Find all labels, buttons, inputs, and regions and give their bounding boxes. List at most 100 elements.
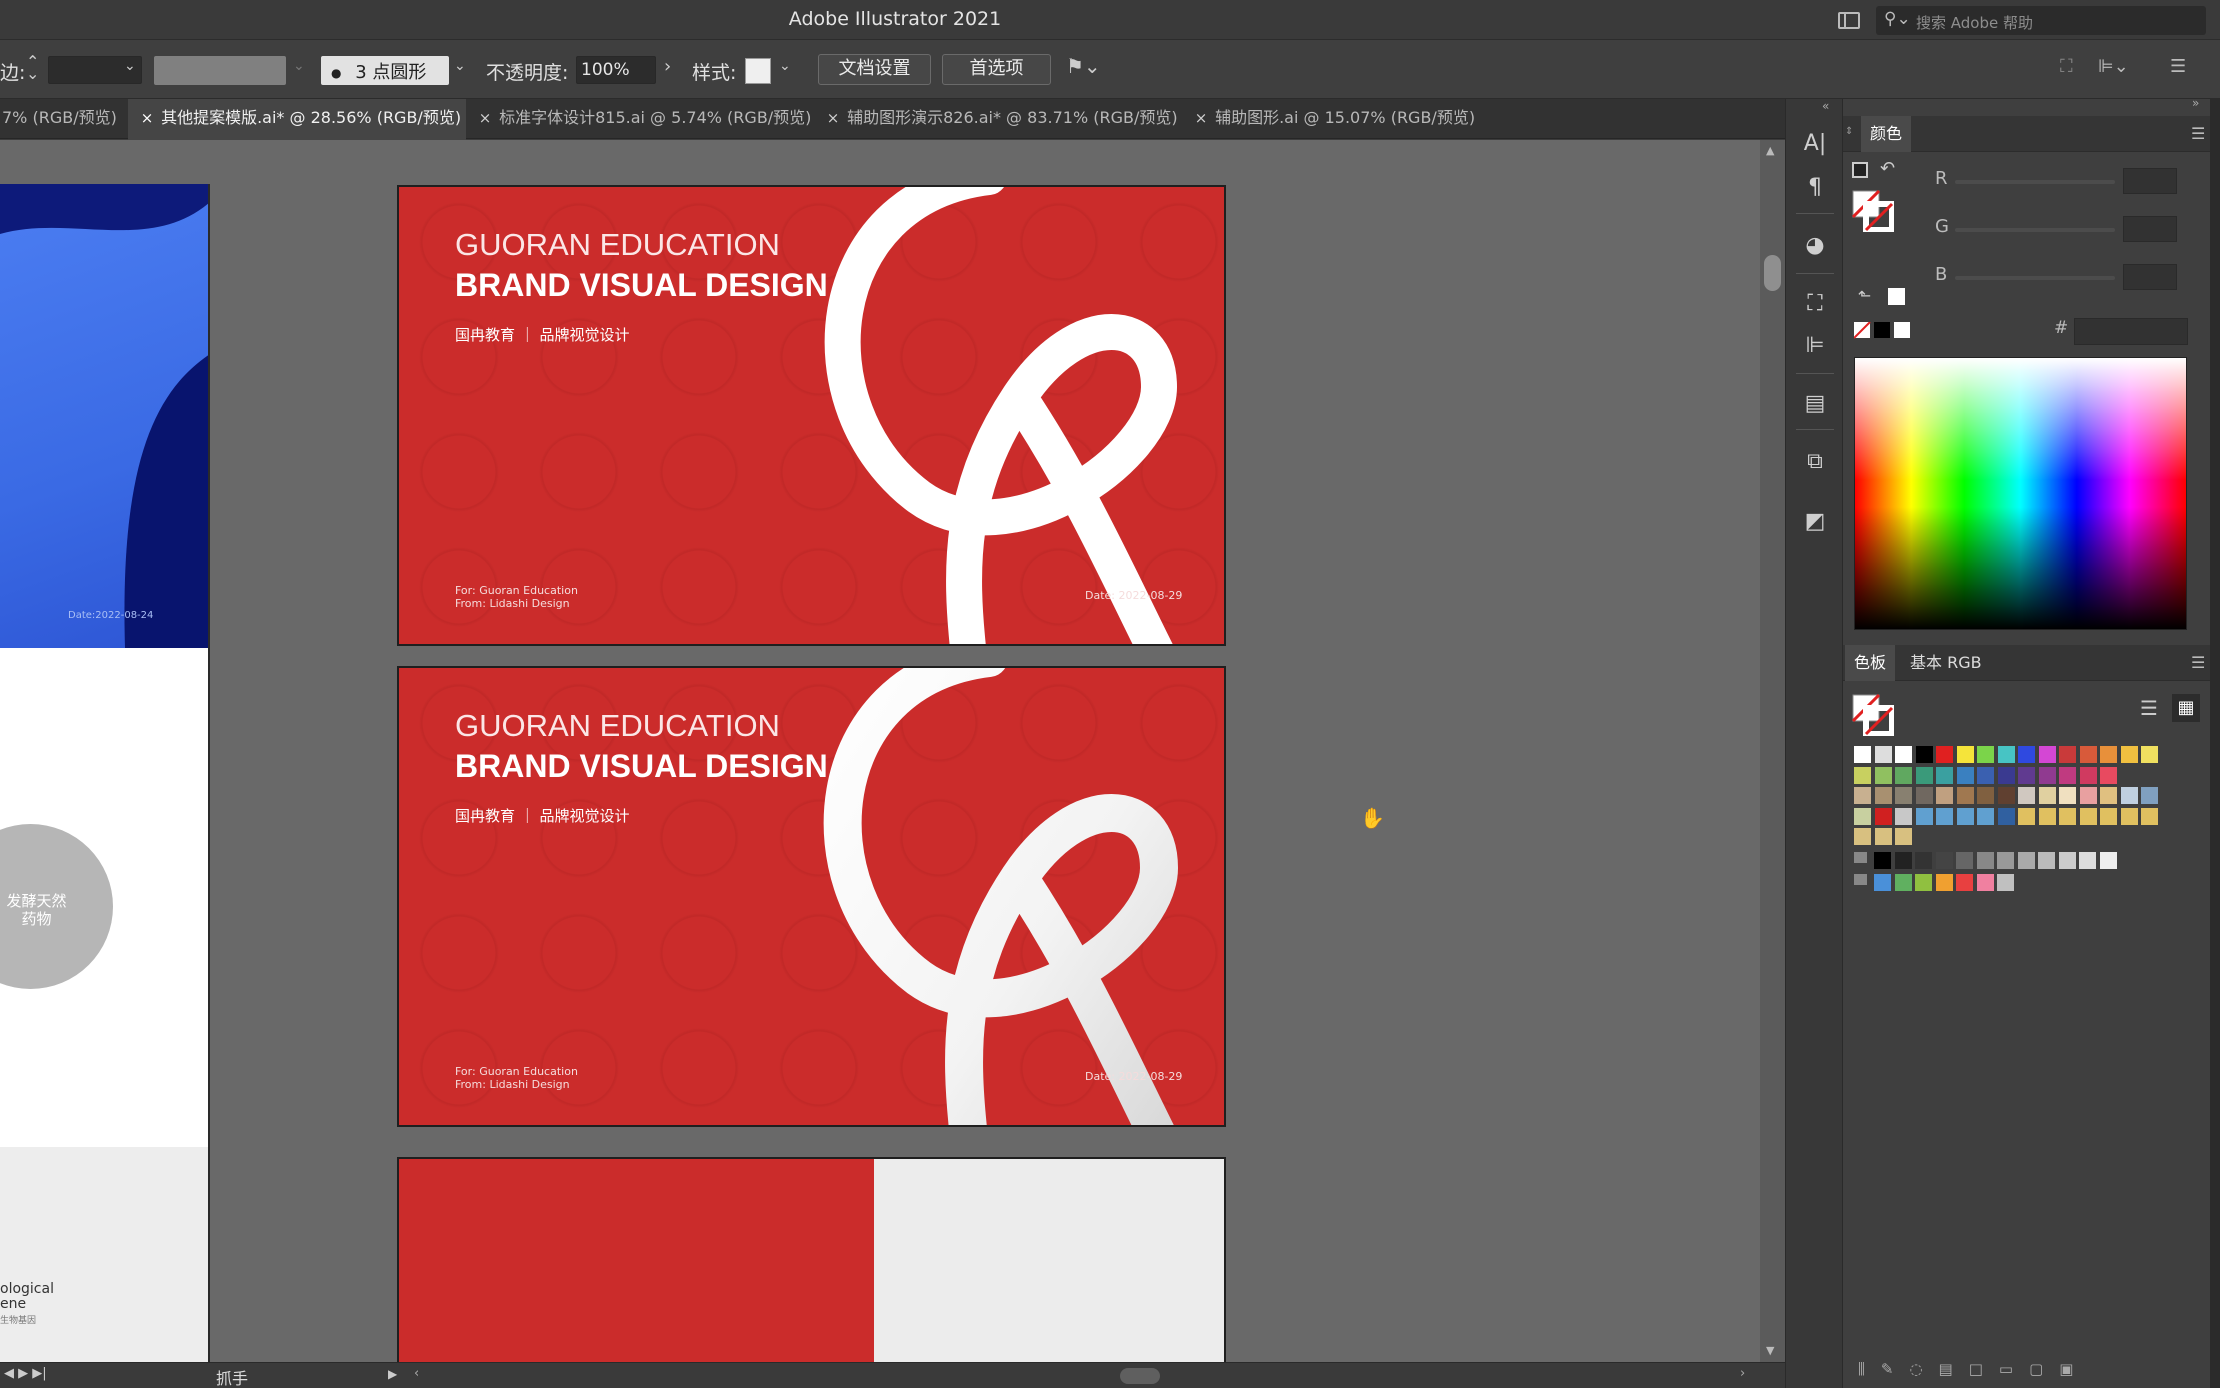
- swatch-fill-stroke-icon[interactable]: [1852, 694, 1894, 736]
- gray-swatch[interactable]: [1915, 852, 1933, 870]
- scroll-down-icon[interactable]: ▼: [1766, 1344, 1774, 1357]
- color-swatch[interactable]: [2018, 787, 2036, 805]
- red-slider[interactable]: [1955, 180, 2115, 184]
- folder-icon[interactable]: [1854, 874, 1868, 886]
- menu-icon[interactable]: ☰: [2170, 56, 2186, 77]
- color-group-swatch[interactable]: [1894, 874, 1913, 892]
- color-swatch[interactable]: [1874, 807, 1893, 826]
- character-icon[interactable]: A|: [1786, 131, 1844, 156]
- collapse-icon[interactable]: «: [1822, 99, 1829, 113]
- panel-menu-icon[interactable]: ☰: [2191, 653, 2205, 672]
- vertical-scroll-thumb[interactable]: [1764, 255, 1781, 291]
- tab-doc-3[interactable]: × 标准字体设计815.ai @ 5.74% (RGB/预览): [470, 99, 814, 139]
- gray-swatch[interactable]: [1997, 852, 2015, 870]
- chevron-down-icon[interactable]: ⌄: [293, 58, 305, 74]
- grid-view-icon[interactable]: ▦: [2172, 694, 2200, 722]
- transform-icon[interactable]: ⛶: [2060, 56, 2073, 77]
- panel-menu-icon[interactable]: ☰: [2191, 124, 2205, 143]
- default-fill-stroke-icon[interactable]: [1852, 162, 1868, 178]
- transform-icon[interactable]: ⛶: [1786, 291, 1844, 316]
- color-swatch[interactable]: [1874, 828, 1893, 846]
- swatch-panel-footer-icons[interactable]: ⫼✎◌▤□▭▢▣: [1858, 1360, 2089, 1378]
- color-swatch[interactable]: [1874, 746, 1893, 764]
- color-swatch[interactable]: [2120, 787, 2139, 805]
- color-swatch[interactable]: [1997, 766, 2016, 785]
- tab-doc-4[interactable]: × 辅助图形演示826.ai* @ 83.71% (RGB/预览): [816, 99, 1182, 139]
- swatch-grid[interactable]: [1854, 746, 2184, 896]
- graphic-style-swatch[interactable]: [745, 58, 771, 84]
- workspace-panel-icon[interactable]: [1838, 12, 1860, 29]
- red-value[interactable]: [2123, 168, 2177, 194]
- color-swatch[interactable]: [1915, 787, 1934, 805]
- color-swatch[interactable]: [2079, 787, 2098, 805]
- chevron-down-icon[interactable]: ⌄: [454, 58, 466, 74]
- artboard-3[interactable]: [397, 1157, 1226, 1362]
- scroll-left-icon[interactable]: ‹: [414, 1366, 419, 1381]
- status-menu-icon[interactable]: ▶: [388, 1367, 397, 1381]
- color-swatch[interactable]: [2079, 746, 2098, 764]
- variable-width-profile[interactable]: [154, 56, 286, 85]
- swap-icon[interactable]: ↶: [1880, 158, 1895, 179]
- artboard-nav-icons[interactable]: ◀ ▶ ▶|: [4, 1366, 47, 1381]
- color-swatch[interactable]: [1977, 746, 1995, 764]
- color-group-swatch[interactable]: [1915, 874, 1933, 892]
- tab-doc-5[interactable]: × 辅助图形.ai @ 15.07% (RGB/预览): [1184, 99, 1484, 139]
- appearance-icon[interactable]: ◕: [1786, 233, 1844, 258]
- green-value[interactable]: [2123, 216, 2177, 242]
- color-swatch[interactable]: [2100, 807, 2118, 826]
- quick-colors[interactable]: [1854, 322, 1912, 340]
- scroll-right-icon[interactable]: ›: [1740, 1366, 1745, 1381]
- color-swatch[interactable]: [2100, 787, 2118, 805]
- color-swatch[interactable]: [2120, 746, 2139, 764]
- canvas[interactable]: Date:2022-08-24 发酵天然 药物 ological ene 生物基…: [0, 140, 1760, 1362]
- gray-swatch[interactable]: [2079, 852, 2097, 870]
- gray-swatch[interactable]: [2058, 852, 2077, 870]
- color-swatch[interactable]: [2059, 807, 2077, 826]
- swatches-tab[interactable]: 色板: [1845, 645, 1896, 681]
- color-swatch[interactable]: [1895, 807, 1913, 826]
- color-swatch[interactable]: [2018, 766, 2036, 785]
- color-swatch[interactable]: [1854, 828, 1872, 846]
- align-icon[interactable]: ⊫: [1786, 333, 1844, 358]
- green-slider[interactable]: [1955, 228, 2115, 232]
- color-swatch[interactable]: [2141, 807, 2159, 826]
- color-swatch[interactable]: [1854, 807, 1872, 826]
- color-swatch[interactable]: [1874, 766, 1893, 785]
- color-swatch[interactable]: [1854, 746, 1872, 764]
- out-of-gamut-icon[interactable]: ⬑: [1858, 286, 1871, 305]
- color-swatch[interactable]: [1895, 787, 1913, 805]
- color-swatch[interactable]: [1997, 787, 2016, 805]
- layers-icon[interactable]: ◩: [1786, 509, 1844, 534]
- color-swatch[interactable]: [2018, 807, 2036, 826]
- artboard-cover-2[interactable]: GUORAN EDUCATION BRAND VISUAL DESIGN 国冉教…: [397, 666, 1226, 1127]
- color-swatch[interactable]: [1997, 807, 2016, 826]
- color-swatch[interactable]: [1936, 787, 1954, 805]
- color-swatch[interactable]: [1874, 787, 1893, 805]
- color-swatch[interactable]: [1977, 807, 1995, 826]
- gray-swatch[interactable]: [1935, 852, 1954, 870]
- color-swatch[interactable]: [1956, 807, 1975, 826]
- color-swatch[interactable]: [1895, 766, 1913, 785]
- left-artboard[interactable]: Date:2022-08-24 发酵天然 药物 ological ene 生物基…: [0, 184, 210, 1362]
- color-swatch[interactable]: [1956, 787, 1975, 805]
- color-swatch[interactable]: [1915, 746, 1934, 764]
- preferences-button[interactable]: 首选项: [942, 54, 1051, 85]
- gray-swatch[interactable]: [2017, 852, 2036, 870]
- color-spectrum[interactable]: [1854, 357, 2187, 630]
- chevron-right-icon[interactable]: ›: [664, 56, 671, 77]
- color-swatch[interactable]: [2038, 807, 2057, 826]
- document-setup-button[interactable]: 文档设置: [818, 54, 931, 85]
- stroke-stepper-icon[interactable]: ⌃ ⌄: [26, 54, 39, 82]
- blue-slider[interactable]: [1955, 276, 2115, 280]
- color-swatch[interactable]: [2018, 746, 2036, 764]
- brush-definition-select[interactable]: ● 3 点圆形: [321, 56, 449, 85]
- color-swatch[interactable]: [2120, 807, 2139, 826]
- gradient-icon[interactable]: ▤: [1786, 391, 1844, 416]
- fill-stroke-none-icon[interactable]: [1852, 190, 1894, 232]
- gray-swatch[interactable]: [2099, 852, 2118, 870]
- color-group-swatch[interactable]: [1874, 874, 1892, 892]
- color-swatch[interactable]: [2141, 746, 2159, 764]
- color-swatch[interactable]: [1854, 766, 1872, 785]
- color-swatch[interactable]: [1915, 766, 1934, 785]
- color-swatch[interactable]: [1895, 746, 1913, 764]
